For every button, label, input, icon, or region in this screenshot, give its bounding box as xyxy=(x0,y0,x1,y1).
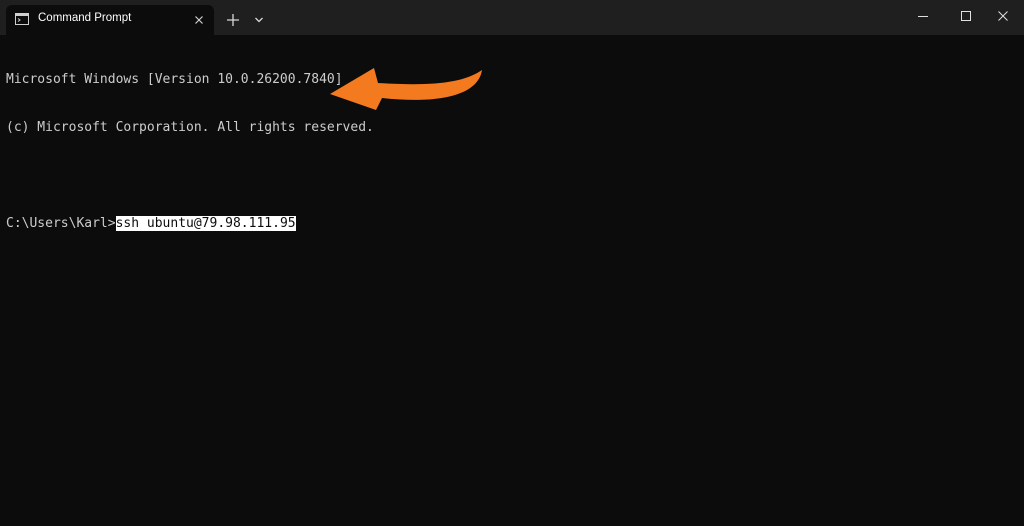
close-window-button[interactable] xyxy=(980,0,1024,32)
new-tab-plus-icon[interactable] xyxy=(222,10,244,30)
selected-command[interactable]: ssh ubuntu@79.98.111.95 xyxy=(115,216,296,231)
close-tab-icon[interactable] xyxy=(192,13,206,27)
version-line: Microsoft Windows [Version 10.0.26200.78… xyxy=(6,72,343,87)
chevron-down-icon[interactable] xyxy=(250,12,268,28)
minimize-button[interactable] xyxy=(900,0,946,32)
console-output[interactable]: Microsoft Windows [Version 10.0.26200.78… xyxy=(6,40,1016,520)
maximize-icon xyxy=(961,11,971,21)
annotation-arrow-icon xyxy=(330,68,482,110)
close-icon xyxy=(998,11,1008,21)
title-bar[interactable]: Command Prompt xyxy=(0,0,1024,35)
tab-title: Command Prompt xyxy=(38,12,132,24)
console-icon xyxy=(15,13,29,25)
prompt-path: C:\Users\Karl> xyxy=(6,216,116,231)
copyright-line: (c) Microsoft Corporation. All rights re… xyxy=(6,120,374,135)
prompt-line[interactable]: C:\Users\Karl>ssh ubuntu@79.98.111.95 xyxy=(6,216,1016,232)
minimize-icon xyxy=(918,16,928,17)
terminal-window: Command Prompt Microsoft Windows [Versio… xyxy=(0,0,1024,526)
tab-command-prompt[interactable]: Command Prompt xyxy=(6,5,214,35)
